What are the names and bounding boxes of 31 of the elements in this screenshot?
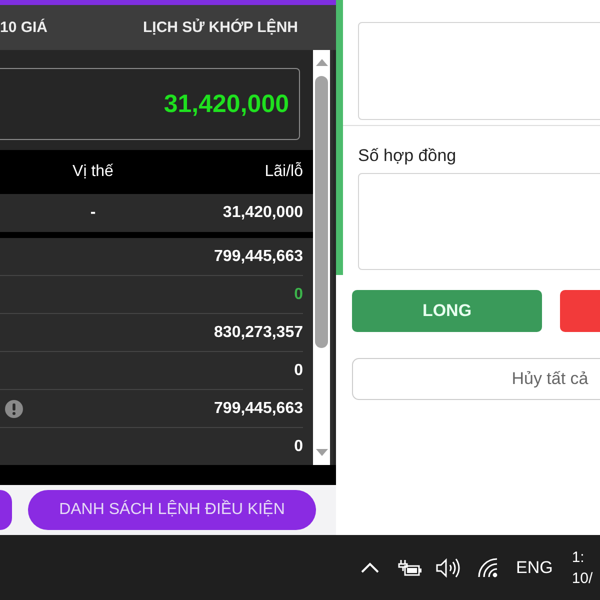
language-indicator[interactable]: ENG [516, 558, 553, 578]
column-header: Vị thế [72, 163, 114, 181]
table-cell: 0 [294, 362, 303, 380]
table-cell: 0 [294, 438, 303, 456]
table-cell: 799,445,663 [214, 248, 303, 266]
table-cell: 0 [294, 286, 303, 304]
column-header: Lãi/lỗ [264, 163, 304, 181]
total-value: 31,420,000 [164, 90, 289, 118]
table-cell-text: - [89, 204, 97, 222]
field-label: Số hợp đồng [358, 146, 458, 166]
scroll-up-icon[interactable] [316, 58, 328, 66]
scrollbar[interactable] [313, 50, 333, 465]
table-cell-text: 31,420,000 [222, 204, 304, 222]
chevron-up-icon[interactable] [360, 562, 380, 574]
battery-icon[interactable] [397, 558, 423, 576]
speaker-icon[interactable] [435, 556, 461, 578]
cancel-all-button[interactable]: Hủy tất cả [352, 358, 600, 400]
conditional-orders-button[interactable]: DANH SÁCH LỆNH ĐIỀU KIỆN [28, 490, 316, 530]
scroll-down-icon[interactable] [316, 449, 328, 457]
contracts-input-field[interactable] [358, 173, 600, 270]
tab[interactable]: LỊCH SỬ KHỚP LỆNH [143, 15, 298, 40]
pill-button[interactable] [0, 490, 12, 530]
clock-date[interactable]: 10/ [572, 568, 593, 588]
table-cell: 799,445,663 [214, 400, 303, 418]
input-field[interactable] [358, 22, 600, 120]
scroll-thumb[interactable] [315, 76, 328, 348]
wifi-icon[interactable] [477, 556, 499, 578]
clock-time[interactable]: 1: [572, 546, 584, 568]
info-icon[interactable] [5, 400, 23, 418]
table-cell: 830,273,357 [214, 324, 303, 342]
tab[interactable]: 10 GIÁ [0, 15, 48, 40]
